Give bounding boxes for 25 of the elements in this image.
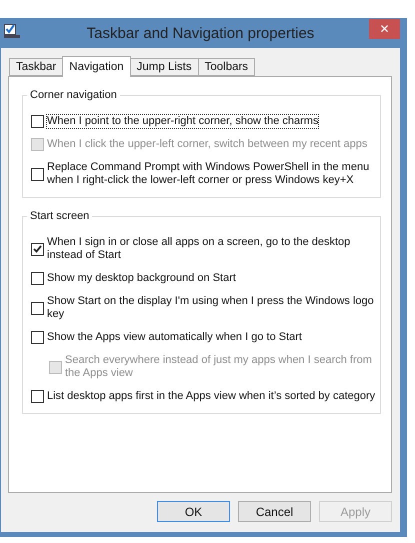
checkbox[interactable] bbox=[31, 331, 44, 344]
group-title: Start screen bbox=[29, 210, 90, 222]
option-label[interactable]: List desktop apps first in the Apps view when it’s sorted by category bbox=[47, 390, 376, 403]
checkbox[interactable] bbox=[31, 242, 44, 256]
tab[interactable]: Toolbars bbox=[198, 58, 256, 76]
dialog-button[interactable]: OK bbox=[157, 501, 230, 522]
checkbox[interactable] bbox=[31, 390, 44, 403]
dialog-button[interactable]: Cancel bbox=[238, 501, 311, 522]
window-title: Taskbar and Navigation properties bbox=[86, 24, 314, 42]
checkbox-app-icon bbox=[4, 24, 20, 38]
tab[interactable]: Taskbar bbox=[9, 58, 64, 76]
close-button[interactable]: ✕ bbox=[369, 19, 400, 39]
option-label[interactable]: Replace Command Prompt with Windows PowerShell in the menu when I right-click the lower-left corner or press Windows key+X bbox=[47, 161, 376, 187]
option-label[interactable]: Show the Apps view automatically when I go to Start bbox=[47, 331, 302, 344]
checkbox[interactable] bbox=[31, 302, 44, 314]
option-label[interactable]: Show my desktop background on Start bbox=[47, 272, 236, 285]
tab[interactable]: Jump Lists bbox=[130, 58, 199, 76]
checkbox[interactable] bbox=[31, 168, 44, 180]
option-label[interactable]: Show Start on the display I'm using when I press the Windows logo key bbox=[47, 295, 376, 321]
checkbox[interactable] bbox=[31, 272, 44, 285]
option-label[interactable]: When I point to the upper-right corner, show the charms bbox=[47, 115, 318, 128]
option-label[interactable]: When I sign in or close all apps on a screen, go to the desktop instead of Start bbox=[47, 236, 376, 262]
tab[interactable]: Navigation bbox=[62, 56, 131, 77]
checkbox[interactable] bbox=[31, 115, 44, 128]
group-title: Corner navigation bbox=[29, 89, 118, 101]
